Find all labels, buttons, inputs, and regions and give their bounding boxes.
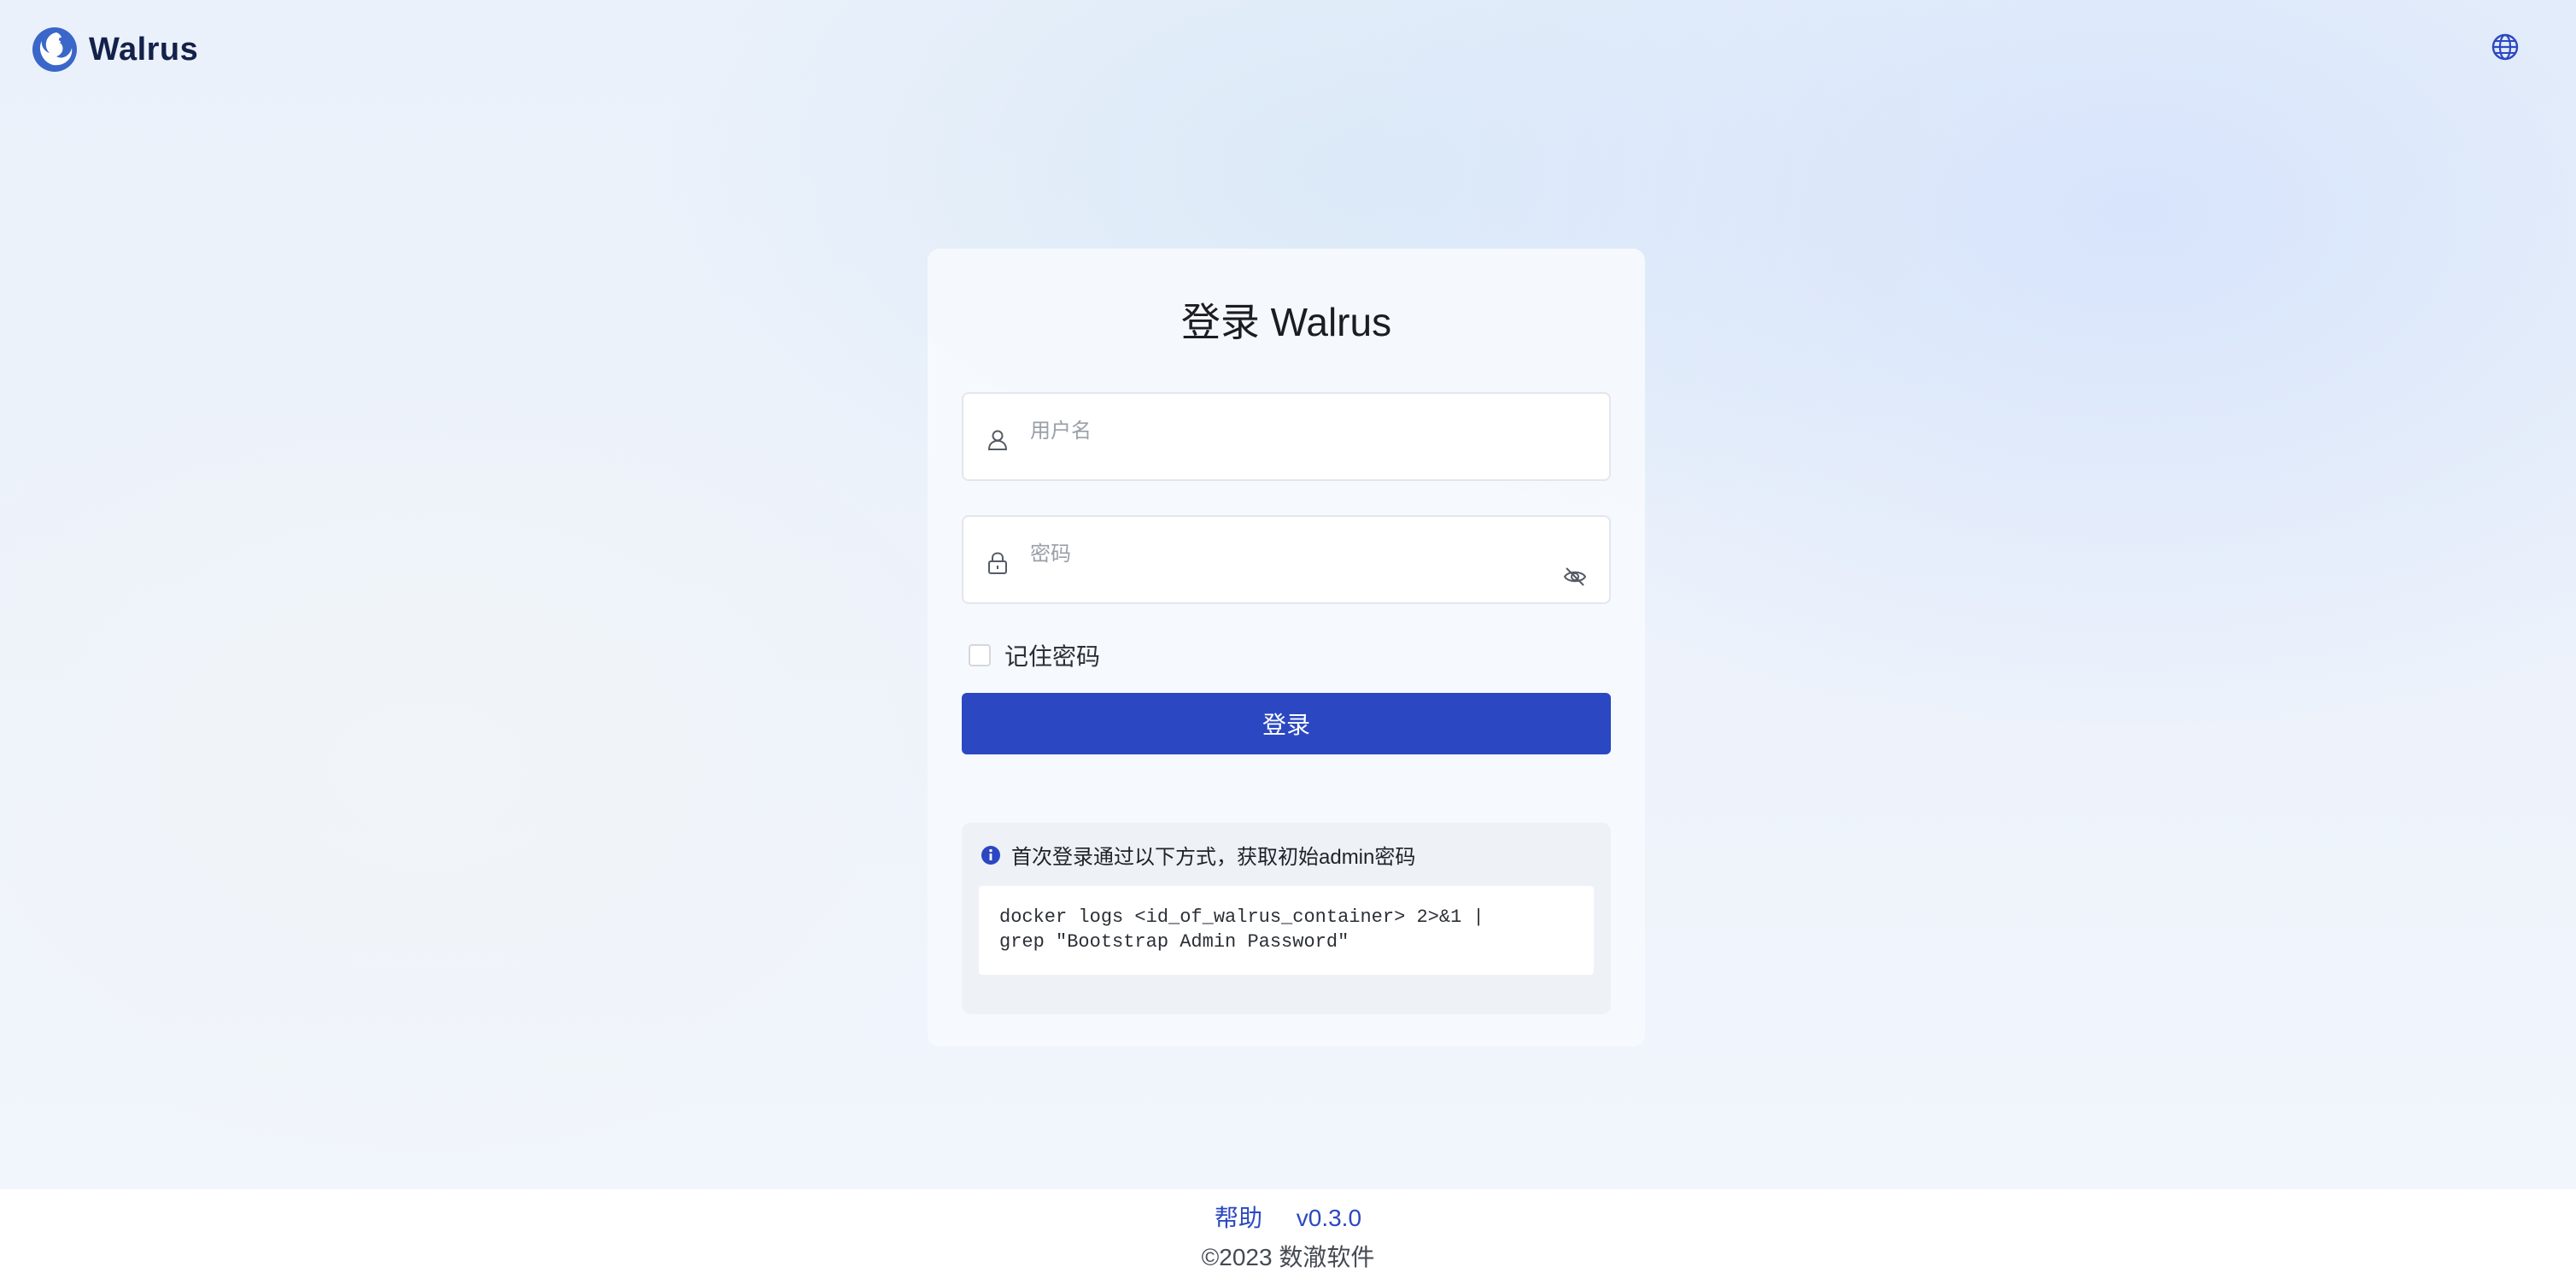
brand-logo[interactable]: Walrus (31, 26, 198, 73)
docker-command: docker logs <id_of_walrus_container> 2>&… (979, 886, 1594, 975)
username-input[interactable] (1030, 414, 1560, 449)
tip-text: 首次登录通过以下方式，获取初始admin密码 (1011, 846, 1416, 869)
walrus-logo-icon (32, 27, 77, 72)
remember-password[interactable]: 记住密码 (969, 638, 1100, 672)
globe-icon (2491, 33, 2519, 61)
login-card: 登录 Walrus 记住密码 登录 (928, 249, 1645, 1047)
user-icon (987, 430, 1008, 450)
password-input[interactable] (1030, 537, 1560, 572)
version-link[interactable]: v0.3.0 (1297, 1205, 1361, 1231)
copyright: ©2023 数澈软件 (1201, 1244, 1375, 1270)
brand-name: Walrus (89, 31, 199, 67)
login-title: 登录 Walrus (1180, 300, 1392, 344)
lock-icon (988, 552, 1007, 574)
login-button[interactable]: 登录 (962, 693, 1611, 754)
remember-checkbox[interactable] (969, 644, 991, 666)
help-link[interactable]: 帮助 (1215, 1205, 1262, 1231)
password-field[interactable] (962, 515, 1611, 604)
admin-password-tip: 首次登录通过以下方式，获取初始admin密码 docker logs <id_o… (962, 823, 1611, 1014)
footer: 帮助 v0.3.0 ©2023 数澈软件 (0, 1189, 2576, 1273)
username-field[interactable] (962, 392, 1611, 481)
eye-off-icon[interactable] (1563, 565, 1587, 589)
remember-label: 记住密码 (1004, 643, 1101, 670)
language-switch-button[interactable] (2491, 32, 2520, 62)
info-icon (981, 845, 1000, 865)
